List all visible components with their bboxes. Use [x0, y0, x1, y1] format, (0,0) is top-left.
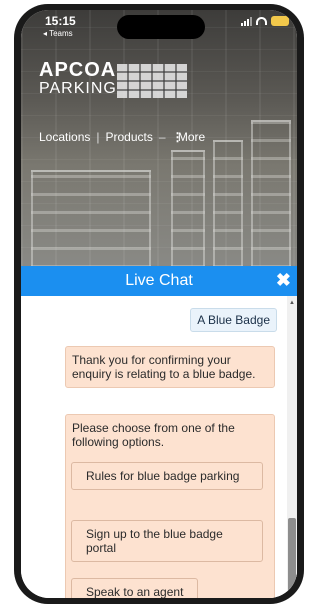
close-icon[interactable]: ✖ [276, 270, 291, 291]
parking-rack-graphic [31, 170, 151, 270]
nav-item-more[interactable]: ⋮ More [172, 130, 206, 144]
logo-text-bottom: PARKING [39, 80, 117, 97]
chat-body[interactable]: A Blue Badge Thank you for confirming yo… [21, 296, 297, 598]
nav-item-more-label: More [177, 130, 206, 144]
bot-message: Thank you for confirming your enquiry is… [65, 346, 275, 388]
nav-separator: – [158, 130, 166, 144]
signal-icon [241, 16, 252, 26]
bot-message-text: Please choose from one of the following … [72, 421, 235, 449]
parking-rack-graphic [171, 150, 205, 270]
main-nav: Locations | Products – ⋮ More [39, 130, 205, 144]
phone-frame: 15:15 ◂ Teams APCOA PARKING Locations | … [14, 4, 304, 604]
nav-separator: | [96, 130, 100, 144]
status-time: 15:15 [45, 14, 76, 28]
option-rules-blue-badge-parking[interactable]: Rules for blue badge parking [71, 462, 263, 490]
scroll-up-arrow-icon[interactable]: ▲ [289, 300, 295, 306]
logo-text-top: APCOA [39, 59, 117, 81]
user-message: A Blue Badge [190, 308, 277, 332]
nav-item-locations[interactable]: Locations [39, 130, 90, 144]
logo-grid-icon [117, 64, 187, 98]
scrollbar-thumb[interactable] [288, 518, 296, 598]
phone-screen: 15:15 ◂ Teams APCOA PARKING Locations | … [21, 10, 297, 598]
nav-item-products[interactable]: Products [106, 130, 153, 144]
parking-rack-graphic [213, 140, 243, 270]
status-icons [241, 16, 289, 26]
chat-title: Live Chat [125, 272, 193, 289]
bot-message-options: Please choose from one of the following … [65, 414, 275, 598]
option-speak-to-agent[interactable]: Speak to an agent [71, 578, 199, 598]
chat-header: Live Chat ✖ [21, 266, 297, 296]
apcoa-parking-logo[interactable]: APCOA PARKING [39, 59, 187, 98]
dynamic-island [117, 15, 205, 39]
back-to-app-link[interactable]: ◂ Teams [43, 29, 73, 38]
battery-icon [271, 16, 289, 26]
wifi-icon [256, 17, 267, 25]
status-bar: 15:15 ◂ Teams [21, 10, 297, 40]
more-vertical-icon: ⋮ [171, 130, 184, 144]
option-sign-up-blue-badge-portal[interactable]: Sign up to the blue badge portal [71, 520, 263, 562]
chat-scrollbar[interactable]: ▲ [287, 296, 297, 598]
parking-rack-graphic [251, 120, 291, 270]
